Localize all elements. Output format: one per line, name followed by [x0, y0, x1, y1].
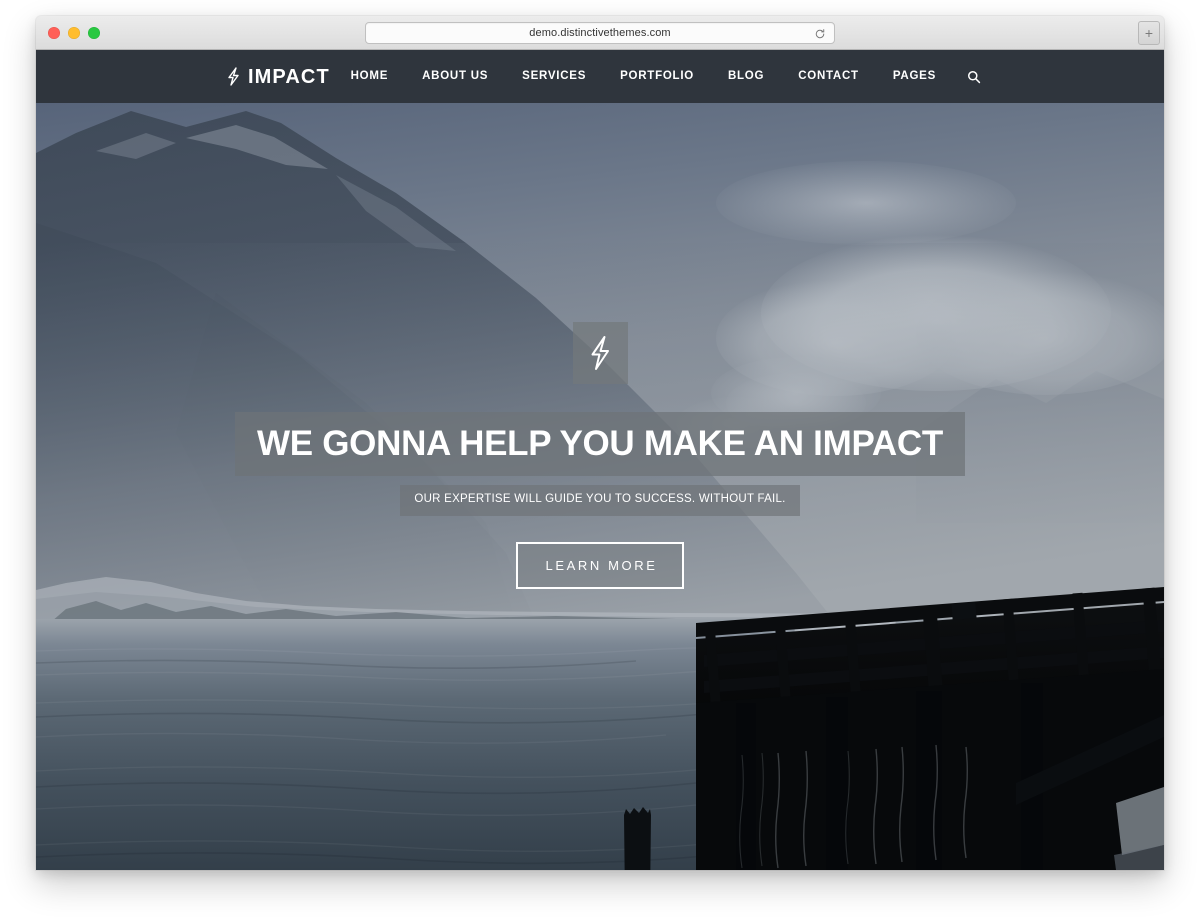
- site-logo-text: IMPACT: [248, 65, 330, 88]
- maximize-window-button[interactable]: [88, 27, 100, 39]
- hero-title: WE GONNA HELP YOU MAKE AN IMPACT: [235, 412, 965, 476]
- site-logo[interactable]: IMPACT: [226, 67, 330, 87]
- hero-badge: [572, 322, 628, 384]
- search-icon[interactable]: [953, 70, 989, 84]
- browser-window: demo.distinctivethemes.com + WE GONNA HE…: [36, 16, 1164, 870]
- page-viewport: WE GONNA HELP YOU MAKE AN IMPACT OUR EXP…: [36, 50, 1164, 870]
- lightning-bolt-icon: [226, 67, 241, 86]
- browser-titlebar: demo.distinctivethemes.com +: [36, 16, 1164, 50]
- nav-item-portfolio[interactable]: PORTFOLIO: [603, 70, 711, 83]
- nav-item-blog[interactable]: BLOG: [711, 70, 781, 83]
- window-controls: [48, 27, 100, 39]
- nav-item-pages[interactable]: PAGES: [876, 70, 953, 83]
- hero-subtitle: OUR EXPERTISE WILL GUIDE YOU TO SUCCESS.…: [400, 485, 800, 516]
- minimize-window-button[interactable]: [68, 27, 80, 39]
- nav-item-contact[interactable]: CONTACT: [781, 70, 876, 83]
- nav-item-services[interactable]: SERVICES: [505, 70, 603, 83]
- site-navigation: IMPACT HOME ABOUT US SERVICES PORTFOLIO …: [36, 50, 1164, 103]
- close-window-button[interactable]: [48, 27, 60, 39]
- nav-item-about-us[interactable]: ABOUT US: [405, 70, 505, 83]
- url-text: demo.distinctivethemes.com: [529, 26, 671, 39]
- new-tab-button[interactable]: +: [1138, 21, 1160, 45]
- hero-content: WE GONNA HELP YOU MAKE AN IMPACT OUR EXP…: [36, 50, 1164, 870]
- reload-icon[interactable]: [814, 27, 826, 39]
- lightning-bolt-icon: [587, 335, 613, 371]
- nav-item-home[interactable]: HOME: [334, 70, 406, 83]
- learn-more-button[interactable]: LEARN MORE: [515, 541, 685, 589]
- address-bar[interactable]: demo.distinctivethemes.com: [365, 22, 835, 44]
- primary-menu: HOME ABOUT US SERVICES PORTFOLIO BLOG CO…: [334, 70, 989, 84]
